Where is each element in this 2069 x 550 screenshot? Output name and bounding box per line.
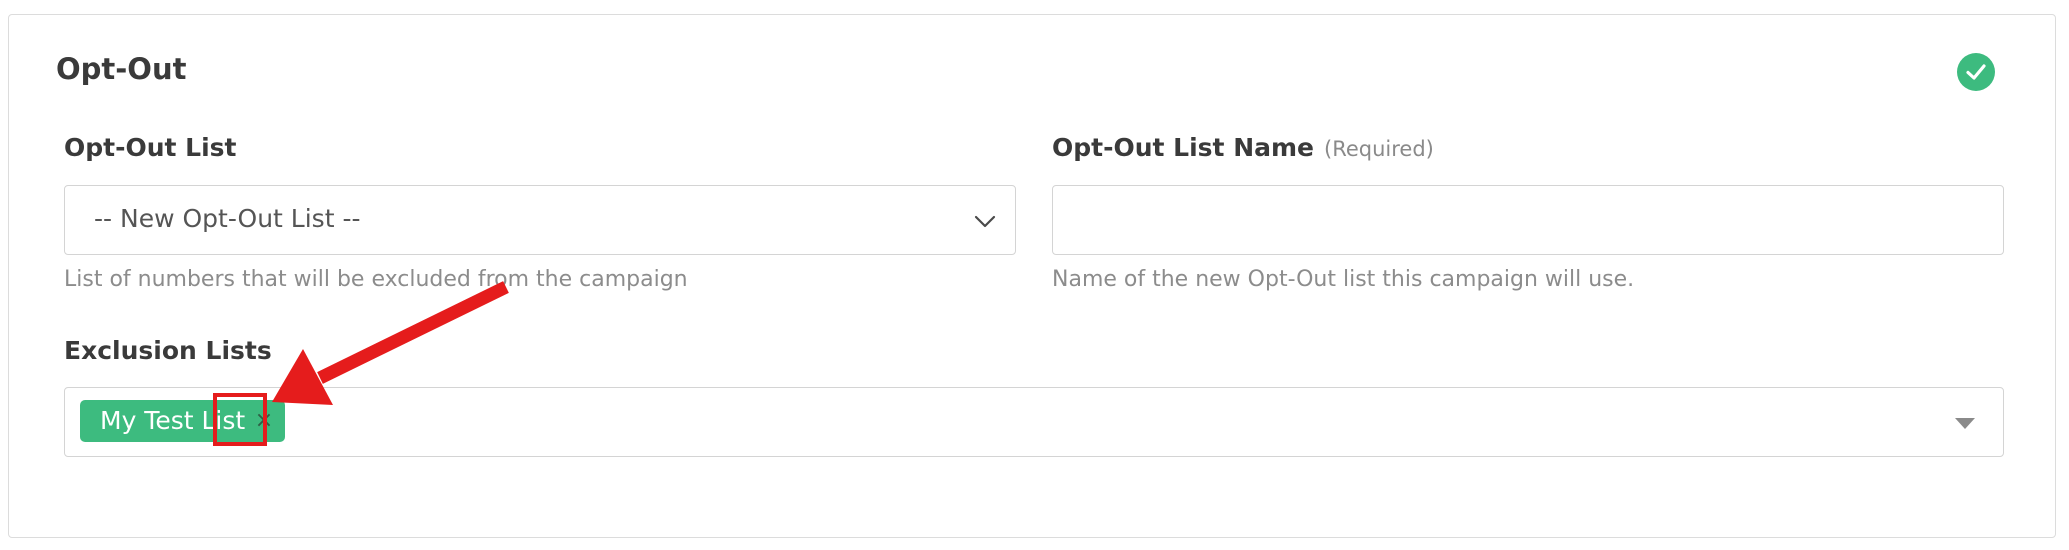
required-note: (Required) <box>1324 137 1434 161</box>
opt-out-list-name-label: Opt-Out List Name (Required) <box>1052 133 1434 162</box>
opt-out-list-name-field-box <box>1052 185 2004 255</box>
opt-out-list-help: List of numbers that will be excluded fr… <box>64 267 688 292</box>
opt-out-list-select[interactable]: -- New Opt-Out List -- <box>64 185 1016 255</box>
opt-out-list-name-label-text: Opt-Out List Name <box>1052 133 1315 162</box>
checkmark-icon <box>1966 64 1986 80</box>
chevron-down-icon <box>974 215 996 228</box>
opt-out-list-name-input[interactable] <box>1053 186 2003 254</box>
section-title: Opt-Out <box>56 52 187 86</box>
check-circle-icon <box>1957 53 1995 91</box>
exclusion-lists-multiselect[interactable]: My Test List × <box>64 387 2004 457</box>
caret-down-icon[interactable] <box>1955 418 1975 429</box>
opt-out-list-selected-value: -- New Opt-Out List -- <box>94 204 361 233</box>
annotation-highlight-box <box>213 393 267 446</box>
opt-out-list-name-help: Name of the new Opt-Out list this campai… <box>1052 267 1635 292</box>
opt-out-list-label: Opt-Out List <box>64 133 237 162</box>
exclusion-lists-label: Exclusion Lists <box>64 336 272 365</box>
